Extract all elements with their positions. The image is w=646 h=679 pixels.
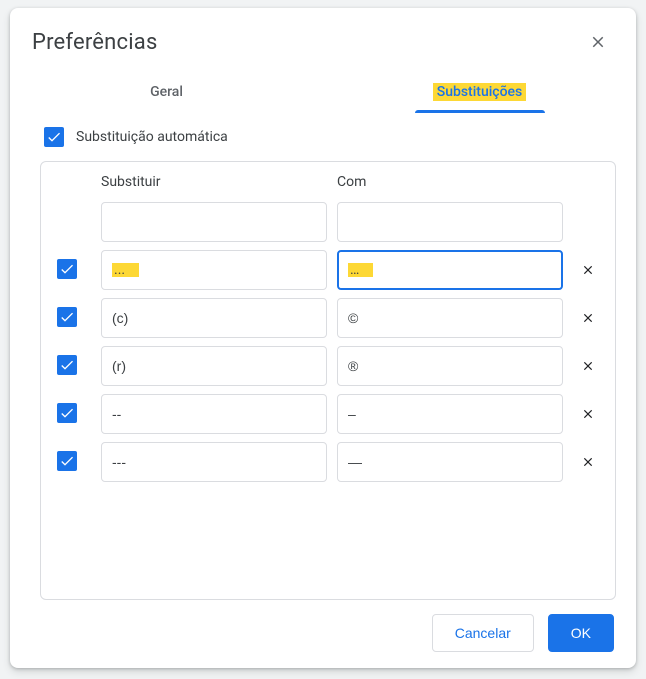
table-row: [57, 442, 607, 482]
replace-input[interactable]: [101, 298, 327, 338]
header-replace: Substituir: [101, 174, 327, 194]
check-icon: [59, 309, 75, 325]
table-row: [57, 394, 607, 434]
dialog-footer: Cancelar OK: [10, 600, 636, 668]
highlight-mark: ...: [112, 263, 139, 277]
delete-row-button[interactable]: [573, 447, 603, 477]
row-checkbox[interactable]: [57, 259, 77, 279]
tab-substitutions-label: Substituições: [433, 83, 527, 101]
dialog-header: Preferências: [10, 8, 636, 66]
table-row: [57, 298, 607, 338]
row-checkbox[interactable]: [57, 403, 77, 423]
close-icon: [589, 33, 607, 51]
cancel-label: Cancelar: [455, 625, 511, 641]
remove-icon: [581, 311, 595, 325]
tab-substitutions[interactable]: Substituições: [323, 72, 636, 113]
header-with: Com: [337, 174, 563, 194]
replace-input[interactable]: [101, 346, 327, 386]
row-checkbox[interactable]: [57, 307, 77, 327]
highlight-mark: …: [348, 263, 373, 277]
delete-row-button[interactable]: [573, 399, 603, 429]
with-input[interactable]: [337, 442, 563, 482]
tab-general-label: Geral: [150, 84, 183, 100]
with-input[interactable]: …: [337, 250, 563, 290]
replace-input[interactable]: [101, 394, 327, 434]
auto-sub-checkbox[interactable]: [44, 127, 64, 147]
with-input[interactable]: [337, 346, 563, 386]
tabs: Geral Substituições: [10, 72, 636, 113]
substitution-list[interactable]: Substituir Com ... …: [41, 162, 615, 599]
preferences-dialog: Preferências Geral Substituições Substit…: [10, 8, 636, 668]
replace-input[interactable]: ...: [101, 250, 327, 290]
with-input[interactable]: [337, 202, 563, 242]
with-input[interactable]: [337, 394, 563, 434]
delete-row-button[interactable]: [573, 351, 603, 381]
replace-input[interactable]: [101, 442, 327, 482]
auto-sub-label: Substituição automática: [76, 129, 228, 145]
check-icon: [59, 357, 75, 373]
remove-icon: [581, 407, 595, 421]
ok-button[interactable]: OK: [548, 614, 614, 652]
delete-row-button[interactable]: [573, 303, 603, 333]
table-row: [57, 202, 607, 242]
check-icon: [59, 405, 75, 421]
dialog-body: Substituição automática Substituir Com .…: [10, 113, 636, 600]
cancel-button[interactable]: Cancelar: [432, 614, 534, 652]
remove-icon: [581, 359, 595, 373]
substitution-list-frame: Substituir Com ... …: [40, 161, 616, 600]
remove-icon: [581, 455, 595, 469]
remove-icon: [581, 263, 595, 277]
dialog-title: Preferências: [32, 30, 582, 55]
with-input[interactable]: [337, 298, 563, 338]
table-row: ... …: [57, 250, 607, 290]
check-icon: [46, 129, 62, 145]
replace-input[interactable]: [101, 202, 327, 242]
check-icon: [59, 261, 75, 277]
check-icon: [59, 453, 75, 469]
ok-label: OK: [571, 625, 591, 641]
table-row: [57, 346, 607, 386]
row-checkbox[interactable]: [57, 451, 77, 471]
close-button[interactable]: [582, 26, 614, 58]
row-checkbox[interactable]: [57, 355, 77, 375]
tab-general[interactable]: Geral: [10, 72, 323, 113]
auto-sub-row: Substituição automática: [40, 127, 622, 147]
delete-row-button[interactable]: [573, 255, 603, 285]
list-header: Substituir Com: [57, 174, 607, 194]
